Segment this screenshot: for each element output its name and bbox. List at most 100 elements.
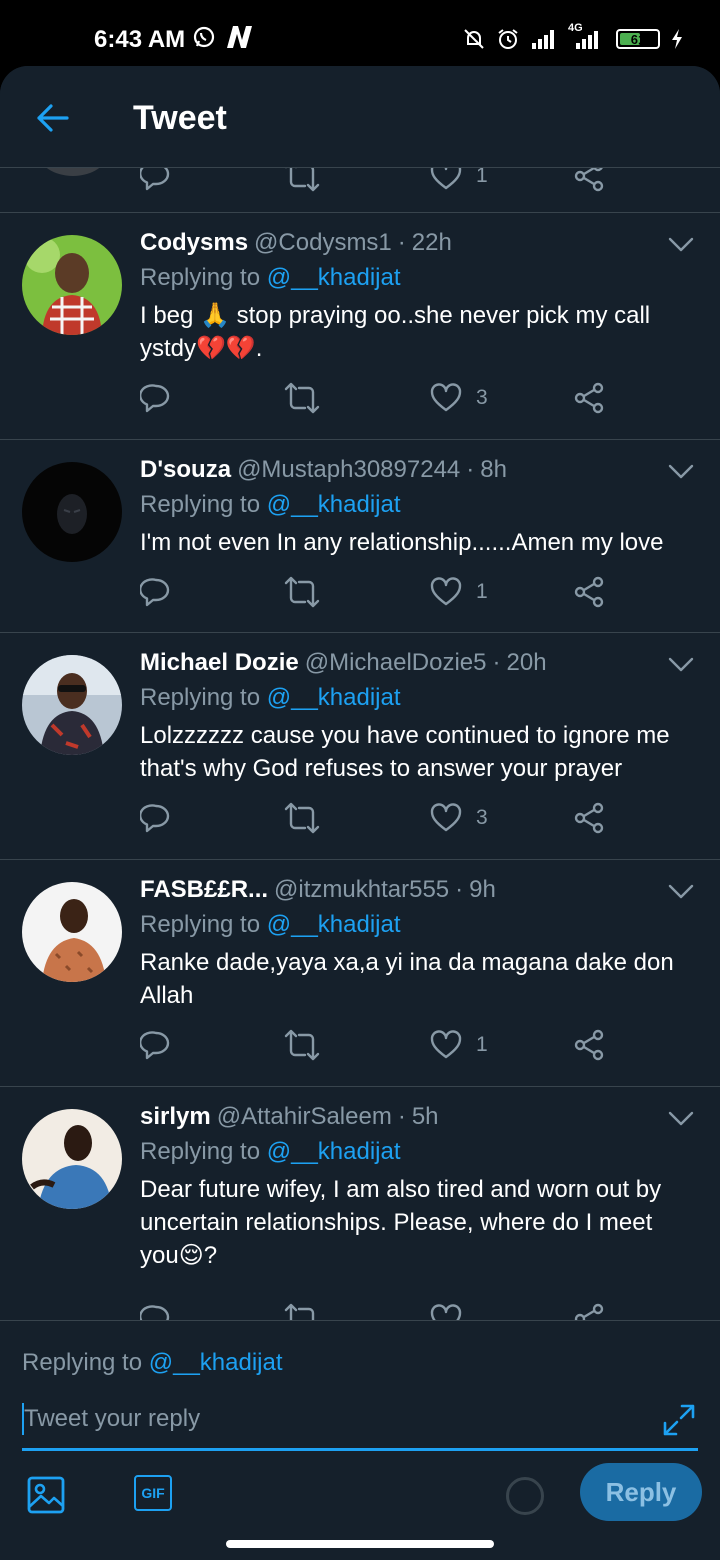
reply-tweet[interactable]: FASB££R... @itzmukhtar555 · 9h Replying …	[0, 860, 720, 1087]
like-button[interactable]	[430, 1301, 476, 1320]
reply-tweet[interactable]: Michael Dozie @MichaelDozie5 · 20h Reply…	[0, 633, 720, 860]
timestamp: 22h	[411, 229, 452, 256]
retweet-button[interactable]	[284, 1301, 320, 1320]
tweet-header: sirlym @AttahirSaleem · 5h	[140, 1103, 439, 1137]
retweet-icon	[284, 802, 320, 834]
display-name[interactable]: Codysms	[140, 229, 248, 257]
retweet-button[interactable]	[284, 574, 320, 610]
like-count: 1	[476, 168, 488, 187]
reply-icon	[140, 1305, 170, 1320]
app-header: Tweet	[0, 66, 720, 168]
username[interactable]: @itzmukhtar555	[274, 876, 449, 904]
tweet-text: Lolzzzzzz cause you have continued to ig…	[140, 722, 670, 782]
battery-level: 61	[630, 31, 646, 47]
timestamp: 9h	[469, 876, 496, 903]
display-name[interactable]: Michael Dozie	[140, 649, 299, 677]
action-bar: 3	[140, 380, 620, 416]
reply-button[interactable]	[140, 380, 172, 416]
share-button[interactable]	[574, 574, 606, 610]
display-name[interactable]: sirlym	[140, 1103, 211, 1131]
chevron-down-icon[interactable]	[668, 657, 694, 673]
retweet-icon	[284, 1303, 315, 1320]
avatar[interactable]	[22, 235, 122, 335]
reply-tweet[interactable]: Codysms @Codysms1 · 22h Replying to @__k…	[0, 213, 720, 440]
signal-4g-icon: 4G	[568, 22, 606, 52]
like-button[interactable]: 1	[430, 574, 488, 610]
like-button[interactable]: 3	[430, 800, 488, 836]
battery-icon: 61	[616, 29, 660, 49]
action-bar: 1	[140, 1027, 620, 1063]
reply-button[interactable]	[140, 1301, 172, 1320]
retweet-icon	[284, 382, 320, 414]
display-name[interactable]: FASB££R...	[140, 876, 268, 904]
reply-button[interactable]	[140, 168, 172, 194]
chevron-down-icon[interactable]	[668, 237, 694, 253]
avatar[interactable]	[22, 882, 122, 982]
mention-link[interactable]: @__khadijat	[267, 684, 401, 711]
reply-button[interactable]	[140, 800, 172, 836]
tweet-text: I'm not even In any relationship......Am…	[140, 529, 664, 556]
heart-icon	[430, 1030, 462, 1059]
replying-to: Replying to @__khadijat	[140, 911, 401, 939]
chevron-down-icon[interactable]	[668, 884, 694, 900]
retweet-button[interactable]	[284, 380, 320, 416]
charging-icon	[672, 29, 682, 49]
retweet-button[interactable]	[284, 800, 320, 836]
share-button[interactable]	[574, 168, 606, 194]
avatar	[38, 168, 108, 176]
mention-link[interactable]: @__khadijat	[267, 264, 401, 291]
username[interactable]: @Codysms1	[254, 229, 392, 257]
avatar[interactable]	[22, 655, 122, 755]
username[interactable]: @MichaelDozie5	[305, 649, 487, 677]
expand-icon[interactable]	[662, 1403, 696, 1437]
share-button[interactable]	[574, 800, 606, 836]
share-icon	[574, 382, 604, 414]
replies-feed[interactable]: 1 Codysms @Codysms1 · 22h Replying to @_	[0, 168, 720, 1320]
display-name[interactable]: D'souza	[140, 456, 231, 484]
heart-icon	[430, 577, 462, 606]
mention-link[interactable]: @__khadijat	[267, 491, 401, 518]
tweet-text: Ranke dade,yaya xa,a yi ina da magana da…	[140, 949, 674, 1009]
mention-link[interactable]: @__khadijat	[149, 1349, 283, 1376]
action-bar: 3	[140, 800, 620, 836]
reply-button[interactable]	[140, 1027, 172, 1063]
retweet-button[interactable]	[284, 1027, 320, 1063]
heart-icon	[430, 383, 462, 412]
retweet-icon	[284, 1029, 320, 1061]
mention-link[interactable]: @__khadijat	[267, 1138, 401, 1165]
separator: ·	[397, 229, 406, 256]
username[interactable]: @Mustaph30897244	[237, 456, 460, 484]
avatar[interactable]	[22, 462, 122, 562]
avatar[interactable]	[22, 1109, 122, 1209]
image-icon[interactable]	[26, 1475, 66, 1515]
chevron-down-icon[interactable]	[668, 1111, 694, 1127]
reply-icon	[140, 804, 170, 833]
retweet-button[interactable]	[284, 168, 320, 194]
tweet-screen: Tweet 1 Codysms @Codysms1 · 22h Replying…	[0, 66, 720, 1560]
reply-placeholder: Tweet your reply	[24, 1405, 201, 1432]
replying-to: Replying to @__khadijat	[140, 264, 401, 292]
share-button[interactable]	[574, 1301, 606, 1320]
back-button[interactable]	[30, 96, 74, 140]
n-app-icon	[227, 26, 252, 48]
share-button[interactable]	[574, 380, 606, 416]
chevron-down-icon[interactable]	[668, 464, 694, 480]
reply-tweet[interactable]: D'souza @Mustaph30897244 · 8h Replying t…	[0, 440, 720, 633]
tweet-text: I beg 🙏 stop praying oo..she never pick …	[140, 302, 651, 362]
share-button[interactable]	[574, 1027, 606, 1063]
mute-icon	[464, 29, 484, 49]
mention-link[interactable]: @__khadijat	[267, 911, 401, 938]
username[interactable]: @AttahirSaleem	[217, 1103, 392, 1131]
reply-tweet[interactable]: sirlym @AttahirSaleem · 5h Replying to @…	[0, 1087, 720, 1320]
reply-button[interactable]: Reply	[580, 1463, 702, 1521]
page-title: Tweet	[133, 99, 227, 137]
gif-button[interactable]: GIF	[134, 1475, 174, 1515]
like-button[interactable]: 3	[430, 380, 488, 416]
share-icon	[574, 576, 604, 608]
like-button[interactable]: 1	[430, 1027, 488, 1063]
replying-to: Replying to @__khadijat	[140, 491, 401, 519]
like-button[interactable]: 1	[430, 168, 488, 194]
home-indicator[interactable]	[226, 1540, 494, 1548]
reply-input[interactable]: Tweet your reply	[22, 1399, 698, 1451]
reply-button[interactable]	[140, 574, 172, 610]
